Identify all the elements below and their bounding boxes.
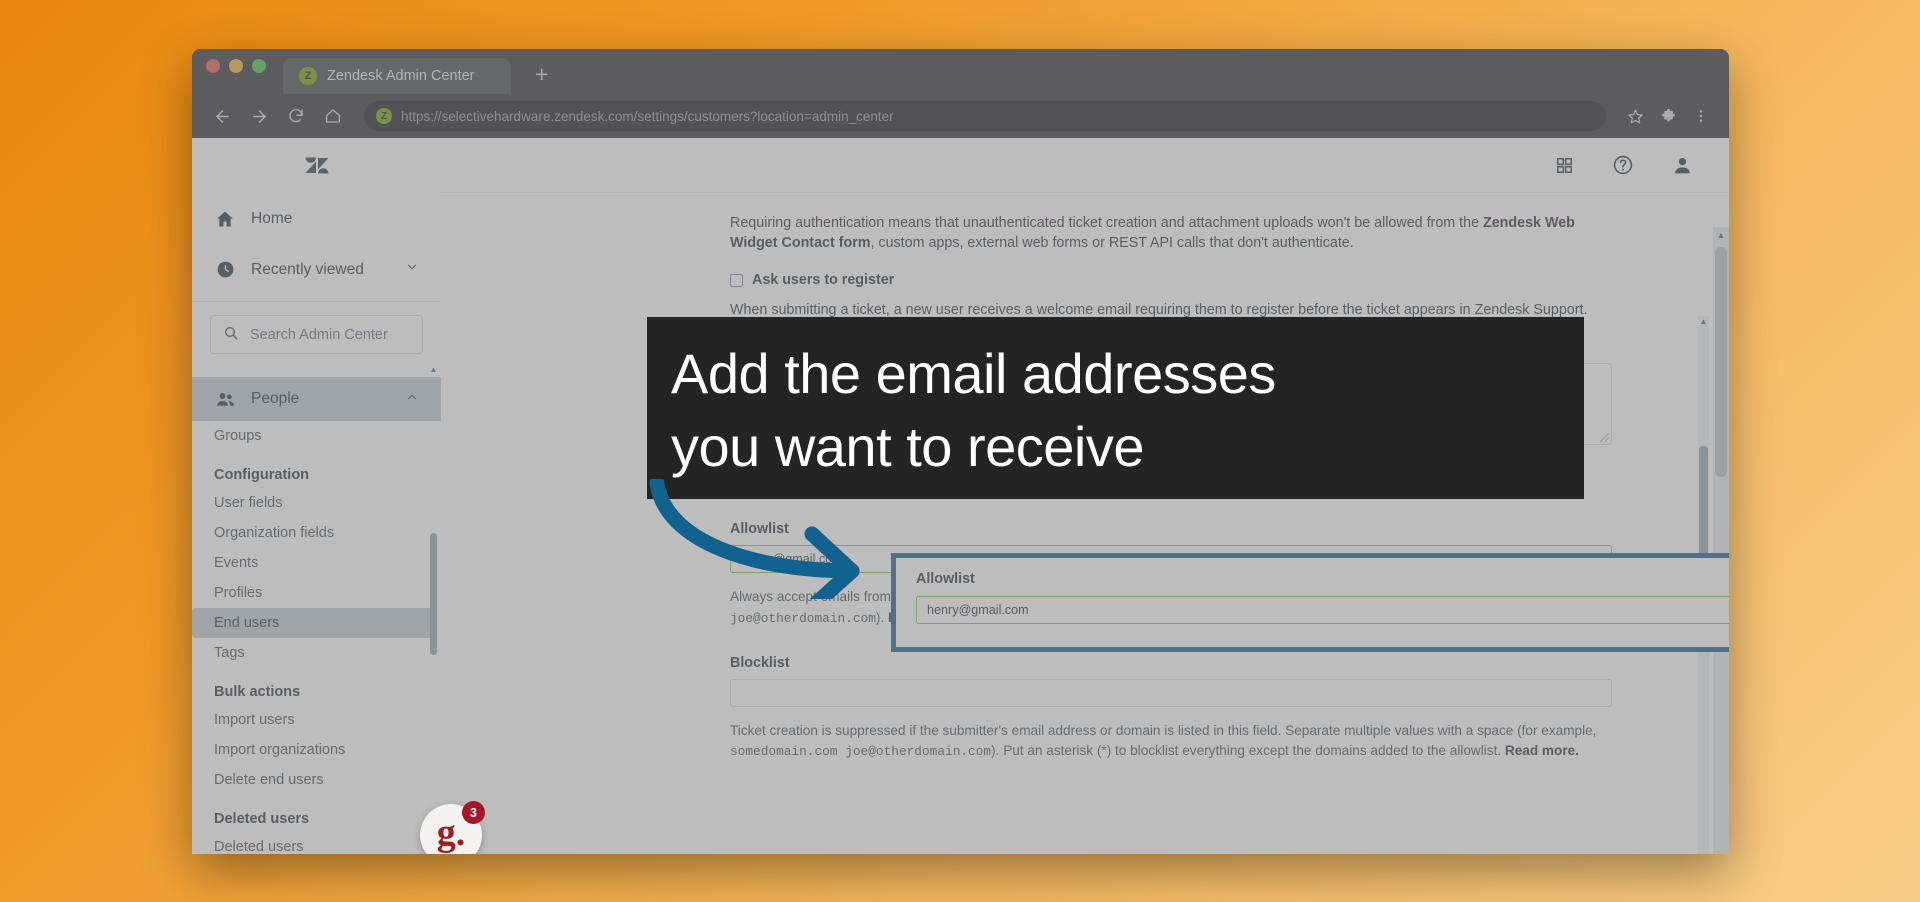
maximize-window-button[interactable] (252, 59, 266, 73)
window-traffic-lights (206, 49, 266, 94)
close-window-button[interactable] (206, 59, 220, 73)
chevron-down-icon (405, 260, 419, 279)
browser-tab-strip: Z Zendesk Admin Center + (192, 49, 1729, 94)
browser-page-scrollbar-thumb[interactable] (1715, 247, 1727, 477)
textarea-resize-handle[interactable] (1600, 433, 1609, 442)
sidebar-item-events[interactable]: Events (192, 548, 432, 578)
blocklist-input[interactable] (730, 679, 1612, 707)
browser-tab-zendesk-admin-center[interactable]: Z Zendesk Admin Center (283, 58, 511, 94)
widget-notification-badge: 3 (462, 801, 485, 824)
site-favicon-icon: Z (376, 108, 392, 124)
browser-window: Z Zendesk Admin Center + Z https://selec… (192, 49, 1729, 854)
instruction-callout: Add the email addresses you want to rece… (647, 317, 1584, 499)
sidebar-item-import-organizations[interactable]: Import organizations (192, 735, 432, 765)
people-icon (214, 389, 236, 410)
page-scroll-up-arrow-icon[interactable]: ▲ (1713, 227, 1729, 243)
callout-line-2: you want to receive (671, 415, 1144, 478)
home-icon[interactable] (317, 100, 349, 132)
allowlist-help-text-2: ). (875, 610, 889, 625)
auth-description-text-2: , custom apps, external web forms or RES… (870, 235, 1354, 251)
new-tab-button[interactable]: + (535, 63, 548, 86)
content-scrollbar-thumb[interactable] (1699, 446, 1708, 566)
sidebar-nav-scroll: People Groups Configuration User fields … (192, 363, 441, 854)
search-input-placeholder: Search Admin Center (250, 326, 388, 343)
zendesk-logo[interactable] (192, 138, 441, 193)
sidebar-partial-item-above (192, 365, 441, 377)
ask-users-to-register-label: Ask users to register (752, 272, 895, 288)
content-scroll-up-arrow-icon[interactable]: ▲ (1698, 316, 1709, 327)
ask-users-to-register-row[interactable]: Ask users to register (730, 272, 1649, 288)
page-scroll-down-arrow-icon[interactable]: ▼ (1713, 849, 1729, 854)
sidebar-item-home[interactable]: Home (192, 193, 441, 244)
search-icon (223, 325, 239, 345)
question-mark-help-icon[interactable] (1612, 154, 1634, 176)
star-icon[interactable] (1621, 102, 1649, 130)
blocklist-label: Blocklist (730, 655, 790, 671)
blocklist-help-text: Ticket creation is suppressed if the sub… (730, 721, 1625, 762)
browser-toolbar: Z https://selectivehardware.zendesk.com/… (192, 94, 1729, 138)
sidebar-item-deleted-users[interactable]: Deleted users (192, 832, 432, 854)
home-icon (214, 209, 236, 229)
chevron-up-icon (405, 390, 419, 409)
sidebar-item-people[interactable]: People (192, 377, 441, 421)
zendesk-top-bar (441, 138, 1729, 193)
sidebar-search-wrapper: Search Admin Center (192, 302, 441, 363)
sidebar-item-profiles[interactable]: Profiles (192, 578, 432, 608)
annotation-arrow-icon (649, 479, 860, 599)
zendesk-sidebar: Home Recently viewed Search Admin Center… (192, 138, 441, 854)
clock-icon (214, 260, 236, 279)
blocklist-help-text-2: ). Put an asterisk (*) to blocklist ever… (991, 743, 1505, 758)
allowlist-value: henry@gmail.com (927, 603, 1029, 617)
sidebar-item-people-label: People (251, 390, 300, 407)
sidebar-item-tags[interactable]: Tags (192, 638, 432, 668)
minimize-window-button[interactable] (229, 59, 243, 73)
browser-page-scrollbar[interactable]: ▲ ▼ (1713, 227, 1729, 854)
search-input[interactable]: Search Admin Center (210, 315, 423, 354)
reload-icon[interactable] (280, 100, 312, 132)
url-text: https://selectivehardware.zendesk.com/se… (401, 108, 894, 124)
blocklist-help-text-1: Ticket creation is suppressed if the sub… (730, 723, 1597, 738)
allowlist-highlight-frame: Allowlist henry@gmail.com (891, 553, 1729, 652)
sidebar-item-delete-end-users[interactable]: Delete end users (192, 765, 432, 795)
url-address-bar[interactable]: Z https://selectivehardware.zendesk.com/… (364, 101, 1606, 131)
auth-description-paragraph: Requiring authentication means that unau… (730, 213, 1612, 253)
scroll-up-arrow-icon[interactable]: ▲ (429, 365, 438, 374)
auth-description-text-1: Requiring authentication means that unau… (730, 215, 1483, 231)
sidebar-heading-deleted-users: Deleted users (214, 811, 310, 827)
contact-form-bold: Contact form (781, 235, 871, 251)
sidebar-item-groups[interactable]: Groups (192, 421, 432, 451)
widget-logo-letter: g. (436, 812, 466, 854)
sidebar-item-user-fields[interactable]: User fields (192, 488, 432, 518)
zendesk-favicon-icon: Z (299, 67, 317, 85)
allowlist-input[interactable]: henry@gmail.com (916, 596, 1729, 624)
sidebar-item-home-label: Home (251, 209, 293, 227)
sidebar-heading-bulk-actions: Bulk actions (214, 684, 301, 700)
sidebar-scrollbar-thumb[interactable] (430, 533, 437, 655)
user-avatar-icon[interactable] (1672, 155, 1693, 176)
puzzle-icon[interactable] (1654, 102, 1682, 130)
floating-help-widget[interactable]: g. 3 (420, 801, 485, 854)
sidebar-heading-configuration: Configuration (214, 467, 310, 483)
allowlist-label: Allowlist (916, 571, 975, 587)
three-dot-menu-icon[interactable] (1687, 102, 1715, 130)
blocklist-read-more-link[interactable]: Read more. (1505, 743, 1579, 758)
sidebar-item-recently-viewed[interactable]: Recently viewed (192, 244, 441, 295)
sidebar-scrollbar[interactable]: ▲ ▼ (429, 363, 438, 854)
grid-apps-icon[interactable] (1555, 156, 1574, 175)
forward-arrow-icon[interactable] (243, 100, 275, 132)
sidebar-item-organization-fields[interactable]: Organization fields (192, 518, 432, 548)
blocklist-help-example: somedomain.com joe@otherdomain.com (730, 744, 992, 759)
sidebar-item-recently-viewed-label: Recently viewed (251, 260, 364, 278)
browser-tab-title: Zendesk Admin Center (327, 68, 475, 84)
settings-content-scroll: Requiring authentication means that unau… (441, 193, 1729, 854)
ask-users-to-register-checkbox[interactable] (730, 274, 743, 287)
back-arrow-icon[interactable] (206, 100, 238, 132)
sidebar-item-import-users[interactable]: Import users (192, 705, 432, 735)
sidebar-top-nav: Home Recently viewed (192, 193, 441, 302)
sidebar-item-end-users[interactable]: End users (192, 608, 432, 638)
callout-line-1: Add the email addresses (671, 342, 1276, 405)
